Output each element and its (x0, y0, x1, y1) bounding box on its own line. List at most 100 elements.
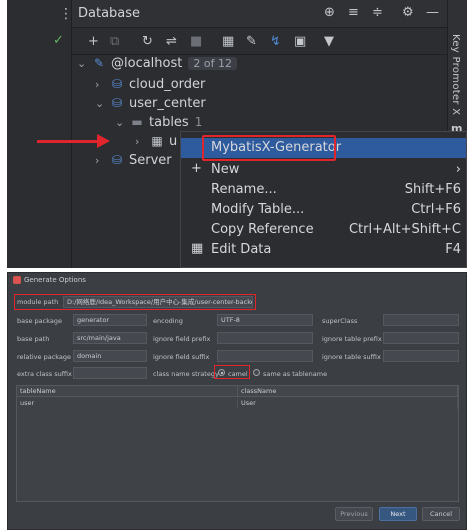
radio-camel[interactable] (218, 369, 225, 376)
menu-item-shortcut: Ctrl+Alt+Shift+C (348, 222, 461, 237)
tree-node-localhost[interactable]: ⌄ ✎ @localhost 2 of 12 (77, 56, 237, 76)
menu-item-label: Copy Reference (211, 222, 314, 237)
extra-class-suffix-field[interactable] (73, 367, 147, 379)
tree-node-user-table[interactable]: › ▦ u (135, 134, 177, 154)
chevron-down-icon[interactable]: ⌄ (77, 57, 91, 70)
menu-item-label: Rename... (211, 182, 277, 197)
add-icon[interactable]: + (88, 34, 99, 49)
class-name-strategy-label: class name strategy (153, 370, 219, 378)
tree-node-server[interactable]: › ⛁ Server (95, 153, 172, 173)
copy-icon[interactable]: ⧉ (110, 34, 119, 49)
menu-item-new[interactable]: + New › (181, 160, 466, 180)
node-label: @localhost (111, 56, 183, 71)
tree-node-cloud-order[interactable]: › ⛁ cloud_order (95, 77, 205, 97)
table-mapping-grid: tableName className user User (16, 385, 459, 502)
ignore-field-suffix-field[interactable] (217, 350, 313, 362)
menu-item-label: Edit Data (211, 242, 272, 257)
database-toolbar: + ⧉ ↻ ⇌ ■ ▦ ✎ ↯ ▣ ▼ (72, 29, 447, 55)
ignore-table-prefix-label: ignore table prefix (322, 335, 382, 343)
table-icon[interactable]: ▦ (222, 34, 234, 49)
filter-icon[interactable]: ▼ (324, 34, 334, 49)
server-icon: ⛁ (111, 153, 123, 167)
tool-window-title: Database (78, 6, 141, 21)
ignore-table-suffix-label: ignore table suffix (322, 353, 381, 361)
base-path-field[interactable]: src/main/java (73, 332, 147, 344)
checkmark-icon: ✓ (53, 33, 64, 48)
chevron-down-icon[interactable]: ⌄ (115, 116, 129, 129)
gear-icon[interactable]: ⚙ (402, 5, 414, 20)
edit-icon[interactable]: ✎ (246, 34, 257, 49)
database-icon: ⛁ (111, 96, 123, 110)
relative-package-field[interactable]: domain (73, 350, 147, 362)
node-label: tables (149, 115, 189, 130)
ignore-field-prefix-field[interactable] (217, 332, 313, 344)
chevron-right-icon[interactable]: › (95, 154, 109, 167)
datasource-icon: ✎ (93, 56, 105, 70)
node-label: cloud_order (129, 77, 206, 92)
submenu-arrow-icon: › (455, 162, 461, 177)
menu-item-shortcut: Shift+F6 (404, 182, 461, 197)
ignore-field-prefix-label: ignore field prefix (153, 335, 211, 343)
base-path-label: base path (17, 335, 50, 343)
column-header-classname[interactable]: className (238, 386, 458, 397)
expand-all-icon[interactable]: ≡ (348, 5, 359, 20)
ignore-field-suffix-label: ignore field suffix (153, 353, 210, 361)
annotation-highlight-box (14, 294, 256, 310)
radio-camel-label: camel (228, 370, 248, 378)
next-button[interactable]: Next (379, 507, 417, 521)
menu-item-edit-data[interactable]: ▦ Edit Data F4 (181, 240, 466, 260)
stop-icon[interactable]: ■ (190, 34, 202, 49)
ignore-table-suffix-field[interactable] (383, 350, 459, 362)
annotation-arrow-shaft (37, 140, 99, 143)
menu-item-modify-table[interactable]: Modify Table... Ctrl+F6 (181, 200, 466, 220)
ignore-table-prefix-field[interactable] (383, 332, 459, 344)
console-icon[interactable]: ▣ (294, 34, 306, 49)
jump-icon[interactable]: ↯ (270, 34, 281, 49)
column-header-tablename[interactable]: tableName (17, 386, 238, 397)
chevron-down-icon[interactable]: ⌄ (95, 97, 109, 110)
node-label: u (169, 134, 178, 149)
tool-window-header: Database ⊕ ≡ ≑ ⚙ — (72, 0, 447, 28)
extra-class-suffix-label: extra class suffix (17, 370, 72, 378)
table-cell-tablename[interactable]: user (17, 398, 238, 409)
annotation-highlight-box (202, 135, 336, 161)
table-cell-classname[interactable]: User (238, 398, 458, 409)
dialog-title: Generate Options (24, 276, 86, 284)
generate-options-dialog: Generate Options module path D:/网络鹿/Idea… (7, 272, 467, 530)
schema-count-badge[interactable]: 2 of 12 (188, 57, 237, 70)
plus-icon: + (191, 161, 202, 176)
base-package-field[interactable]: generator (73, 314, 147, 326)
radio-same-as-tablename[interactable] (253, 369, 260, 376)
superclass-field[interactable] (383, 314, 459, 326)
menu-item-label: Modify Table... (211, 202, 305, 217)
chevron-right-icon[interactable]: › (135, 135, 149, 148)
editor-gutter: ⋮ ✓ (7, 0, 73, 268)
database-icon: ⛁ (111, 77, 123, 91)
menu-item-shortcut: Ctrl+F6 (411, 202, 461, 217)
menu-item-shortcut: F4 (445, 242, 461, 257)
relative-package-label: relative package (17, 353, 72, 361)
chevron-right-icon[interactable]: › (95, 78, 109, 91)
menu-item-label: New (211, 162, 240, 177)
dialog-titlebar: Generate Options (8, 273, 466, 288)
database-tool-window: ⋮ ✓ Database ⊕ ≡ ≑ ⚙ — + ⧉ ↻ ⇌ ■ ▦ ✎ ↯ ▣… (7, 0, 467, 268)
collapse-all-icon[interactable]: ≑ (372, 5, 383, 20)
grid-icon: ▦ (191, 241, 204, 256)
minimize-icon[interactable]: — (426, 5, 439, 20)
cancel-button[interactable]: Cancel (422, 507, 460, 521)
crosshair-icon[interactable]: ⊕ (324, 5, 335, 20)
tree-node-user-center[interactable]: ⌄ ⛁ user_center (95, 96, 206, 116)
superclass-label: superClass (322, 317, 358, 325)
more-options-icon[interactable]: ⋮ (59, 6, 73, 22)
menu-item-copy-reference[interactable]: Copy Reference Ctrl+Alt+Shift+C (181, 220, 466, 240)
refresh-icon[interactable]: ↻ (142, 34, 153, 49)
schema-icon[interactable]: ⇌ (166, 34, 177, 49)
previous-button[interactable]: Previous (335, 507, 373, 521)
key-promoter-tab[interactable]: Key Promoter X (450, 34, 461, 115)
node-label: user_center (129, 96, 206, 111)
folder-icon: ▬ (131, 115, 143, 129)
menu-item-rename[interactable]: Rename... Shift+F6 (181, 180, 466, 200)
base-package-label: base package (17, 317, 63, 325)
annotation-arrow-head (97, 134, 110, 148)
encoding-field[interactable]: UTF-8 (217, 314, 313, 326)
